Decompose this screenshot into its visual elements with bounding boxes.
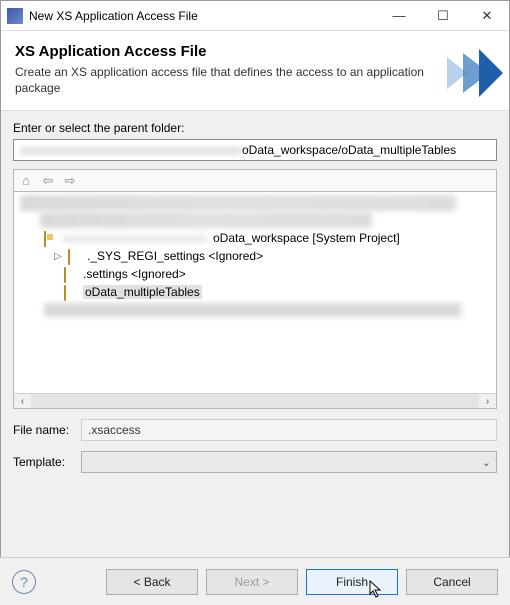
- tree-item-label: oData_multipleTables: [83, 285, 202, 299]
- page-title: XS Application Access File: [15, 43, 495, 60]
- back-button[interactable]: < Back: [106, 569, 198, 595]
- parent-folder-label: Enter or select the parent folder:: [13, 121, 497, 135]
- template-label: Template:: [13, 455, 81, 469]
- help-button[interactable]: ?: [12, 570, 36, 594]
- titlebar: New XS Application Access File — ☐ ✕: [1, 1, 509, 31]
- folder-tree[interactable]: xxxxxxxxxxxxxxxxxxxxxxxx oData_workspace…: [13, 191, 497, 409]
- file-name-input[interactable]: [81, 419, 497, 441]
- page-description: Create an XS application access file tha…: [15, 64, 435, 96]
- next-button: Next >: [206, 569, 298, 595]
- folder-icon: [64, 268, 79, 280]
- redacted-text: xxxxxxxxxxxxxxxxxxxxxxxxxxxxxxxxxxxxx: [20, 143, 242, 157]
- folder-icon: [68, 250, 83, 262]
- forward-arrow-icon[interactable]: ⇨: [62, 173, 78, 189]
- wizard-footer: ? < Back Next > Finish Cancel: [0, 557, 510, 605]
- banner-arrows-icon: [443, 49, 503, 97]
- package-icon: [44, 232, 59, 244]
- tree-row-workspace[interactable]: xxxxxxxxxxxxxxxxxxxxxxxx oData_workspace…: [18, 229, 492, 247]
- scroll-track[interactable]: [31, 394, 479, 408]
- wizard-content: Enter or select the parent folder: xxxxx…: [1, 111, 509, 477]
- tree-item-label: ._SYS_REGI_settings <Ignored>: [87, 249, 263, 263]
- tree-row-settings[interactable]: .settings <Ignored>: [18, 265, 492, 283]
- scroll-right-icon[interactable]: ›: [479, 394, 496, 408]
- horizontal-scrollbar[interactable]: ‹ ›: [14, 393, 496, 408]
- scroll-left-icon[interactable]: ‹: [14, 394, 31, 408]
- tree-row-odata-multiple[interactable]: oData_multipleTables: [18, 283, 492, 301]
- parent-folder-value: oData_workspace/oData_multipleTables: [242, 143, 456, 157]
- window-controls: — ☐ ✕: [377, 1, 509, 31]
- file-name-label: File name:: [13, 423, 81, 437]
- cancel-button[interactable]: Cancel: [406, 569, 498, 595]
- home-icon[interactable]: ⌂: [18, 173, 34, 189]
- app-icon: [7, 8, 23, 24]
- template-select[interactable]: ⌄: [81, 451, 497, 473]
- expand-icon[interactable]: ▷: [52, 251, 64, 262]
- cursor-icon: [369, 580, 383, 598]
- finish-button[interactable]: Finish: [306, 569, 398, 595]
- close-button[interactable]: ✕: [465, 1, 509, 31]
- tree-label-workspace: oData_workspace [System Project]: [213, 231, 400, 245]
- chevron-down-icon: ⌄: [482, 456, 491, 469]
- minimize-button[interactable]: —: [377, 1, 421, 31]
- tree-toolbar: ⌂ ⇦ ⇨: [13, 169, 497, 191]
- parent-folder-input[interactable]: xxxxxxxxxxxxxxxxxxxxxxxxxxxxxxxxxxxxx oD…: [13, 139, 497, 161]
- tree-item-label: .settings <Ignored>: [83, 267, 186, 281]
- tree-row-sysregi[interactable]: ▷ ._SYS_REGI_settings <Ignored>: [18, 247, 492, 265]
- back-arrow-icon[interactable]: ⇦: [40, 173, 56, 189]
- maximize-button[interactable]: ☐: [421, 1, 465, 31]
- wizard-header: XS Application Access File Create an XS …: [1, 31, 509, 111]
- window-title: New XS Application Access File: [29, 9, 377, 23]
- folder-icon: [64, 286, 79, 298]
